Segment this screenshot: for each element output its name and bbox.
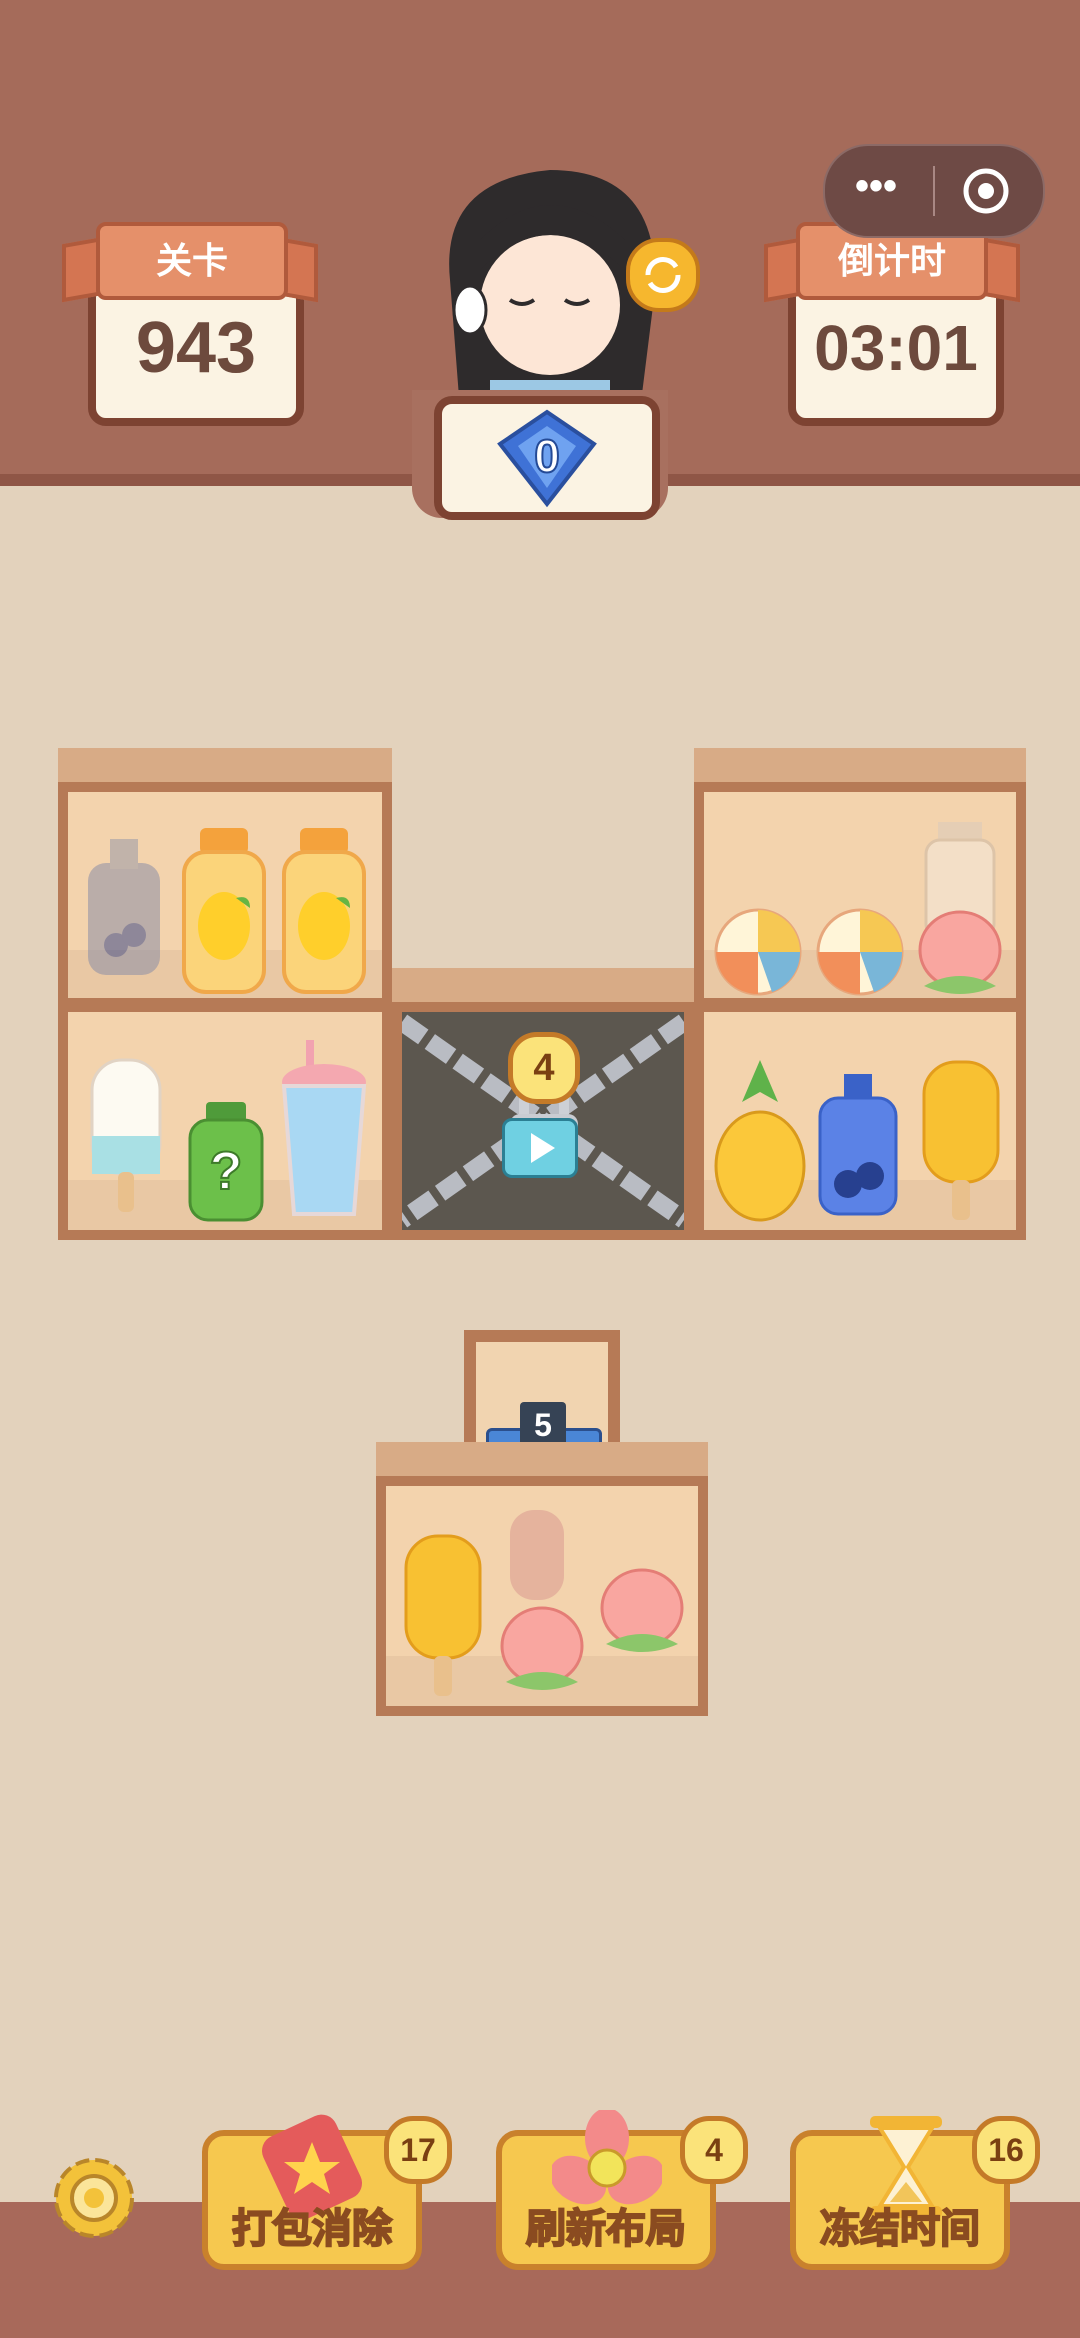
- mint-popsicle-item[interactable]: [86, 1036, 166, 1216]
- close-miniprogram-icon[interactable]: [961, 166, 1011, 216]
- shelf-top-left: [58, 748, 392, 786]
- freeze-time-count: 16: [972, 2116, 1040, 2184]
- watch-ad-unlock-icon[interactable]: [502, 1118, 578, 1178]
- pack-clear-label: 打包消除: [231, 2206, 393, 2252]
- pack-clear-count: 17: [384, 2116, 452, 2184]
- sunglasses-item[interactable]: [502, 1504, 572, 1614]
- gem-counter: 0: [434, 396, 660, 520]
- shuffle-layout-count: 4: [680, 2116, 748, 2184]
- countdown-value: 03:01: [814, 312, 978, 384]
- freeze-time-label: 冻结时间: [819, 2206, 981, 2252]
- peach-item[interactable]: [596, 1562, 688, 1662]
- gem-count: 0: [533, 429, 561, 483]
- level-ribbon: 关卡: [96, 222, 288, 300]
- blueberry-pouch-item[interactable]: [812, 1072, 904, 1218]
- mango-popsicle-item[interactable]: [918, 1052, 1004, 1222]
- peach-item[interactable]: [496, 1600, 588, 1696]
- soda-cup-item[interactable]: [276, 1040, 372, 1220]
- blueberry-pouch-item[interactable]: [78, 835, 170, 980]
- mango-bottle-item[interactable]: [178, 826, 270, 996]
- mango-popsicle-item[interactable]: [402, 1530, 484, 1698]
- level-label: 关卡: [155, 240, 228, 281]
- capsule-divider: [933, 166, 935, 216]
- mystery-mark: ?: [209, 1140, 244, 1202]
- miniprogram-capsule: •••: [823, 144, 1045, 238]
- beach-ball-item[interactable]: [712, 906, 804, 998]
- switch-character-icon[interactable]: [626, 238, 700, 312]
- level-value: 943: [135, 308, 257, 388]
- settings-gear-icon[interactable]: [48, 2152, 140, 2244]
- shelf-top-middle: [392, 968, 694, 1006]
- lock-count-badge: 4: [508, 1032, 580, 1104]
- countdown-label: 倒计时: [837, 240, 946, 281]
- mystery-bottle-item[interactable]: ?: [186, 1100, 266, 1222]
- shelf-top-bottom: [376, 1442, 708, 1480]
- shelf-top-right: [694, 748, 1026, 786]
- beach-ball-item[interactable]: [814, 906, 906, 998]
- more-icon[interactable]: •••: [855, 166, 915, 206]
- shuffle-layout-label: 刷新布局: [525, 2206, 687, 2252]
- pineapple-item[interactable]: [712, 1056, 808, 1222]
- peach-item[interactable]: [912, 900, 1008, 1000]
- mango-bottle-item[interactable]: [278, 826, 370, 996]
